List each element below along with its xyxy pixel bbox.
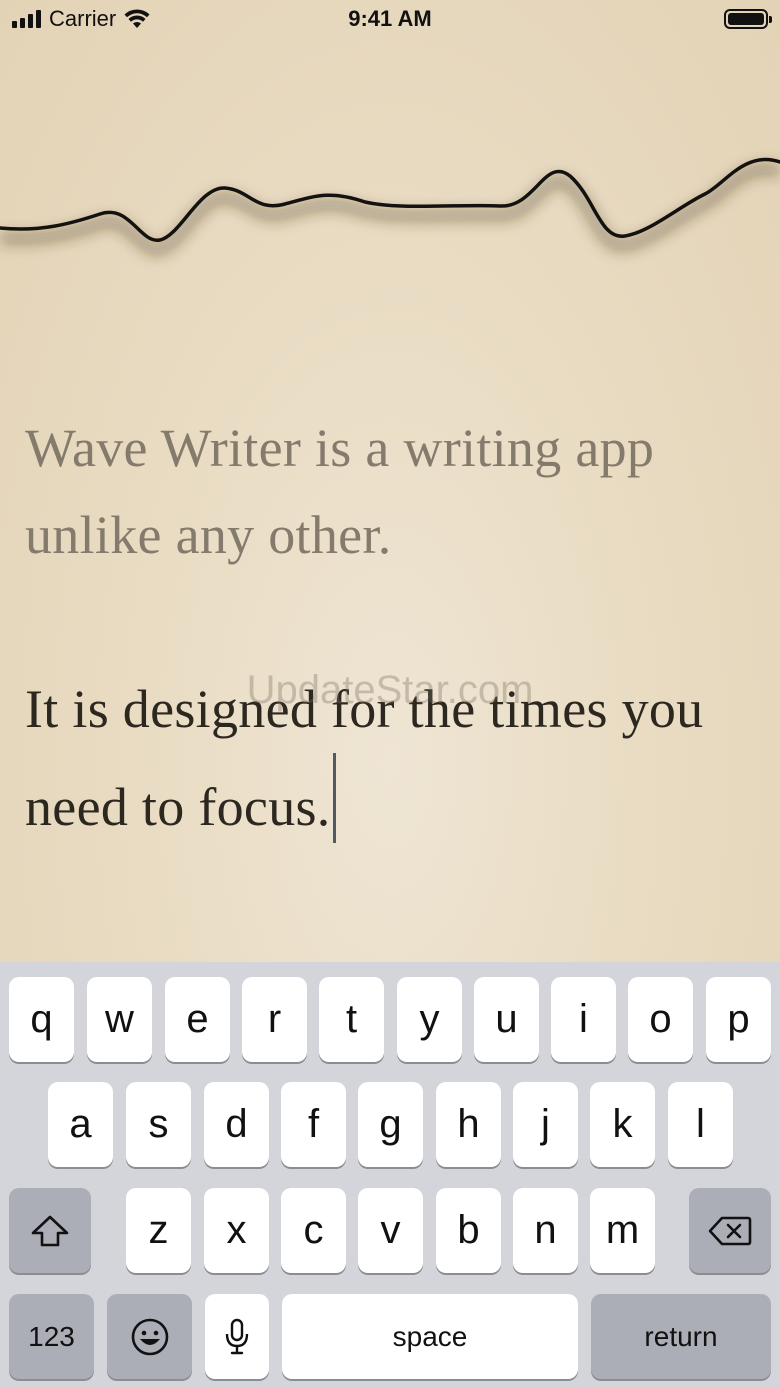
emoji-icon — [131, 1318, 168, 1355]
key-w[interactable]: w — [87, 977, 152, 1062]
numbers-key[interactable]: 123 — [9, 1294, 94, 1379]
key-i[interactable]: i — [551, 977, 616, 1062]
key-o[interactable]: o — [628, 977, 693, 1062]
key-x[interactable]: x — [204, 1188, 269, 1273]
key-g[interactable]: g — [358, 1082, 423, 1167]
key-a[interactable]: a — [48, 1082, 113, 1167]
dictation-key[interactable] — [205, 1294, 269, 1379]
space-key[interactable]: space — [282, 1294, 578, 1379]
key-u[interactable]: u — [474, 977, 539, 1062]
status-bar: Carrier 9:41 AM — [0, 0, 780, 40]
key-b[interactable]: b — [436, 1188, 501, 1273]
delete-key[interactable] — [689, 1188, 771, 1273]
key-h[interactable]: h — [436, 1082, 501, 1167]
text-caret — [332, 753, 336, 843]
return-key[interactable]: return — [591, 1294, 771, 1379]
key-n[interactable]: n — [513, 1188, 578, 1273]
key-j[interactable]: j — [513, 1082, 578, 1167]
wave-graphic — [0, 157, 780, 256]
text-editor[interactable]: Wave Writer is a writing app unlike any … — [25, 405, 765, 851]
delete-icon — [708, 1216, 752, 1245]
key-r[interactable]: r — [242, 977, 307, 1062]
watermark: UpdateStar.com — [246, 668, 534, 712]
key-t[interactable]: t — [319, 977, 384, 1062]
status-time: 9:41 AM — [348, 6, 432, 31]
paragraph-dim: Wave Writer is a writing app unlike any … — [25, 418, 655, 565]
key-d[interactable]: d — [204, 1082, 269, 1167]
battery-icon — [724, 9, 772, 29]
key-e[interactable]: e — [165, 977, 230, 1062]
key-y[interactable]: y — [397, 977, 462, 1062]
shift-key[interactable] — [9, 1188, 91, 1273]
key-q[interactable]: q — [9, 977, 74, 1062]
key-p[interactable]: p — [706, 977, 771, 1062]
key-v[interactable]: v — [358, 1188, 423, 1273]
key-f[interactable]: f — [281, 1082, 346, 1167]
emoji-key[interactable] — [107, 1294, 192, 1379]
shift-icon — [31, 1215, 69, 1246]
key-k[interactable]: k — [590, 1082, 655, 1167]
key-s[interactable]: s — [126, 1082, 191, 1167]
key-m[interactable]: m — [590, 1188, 655, 1273]
key-l[interactable]: l — [668, 1082, 733, 1167]
microphone-icon — [225, 1318, 249, 1354]
key-c[interactable]: c — [281, 1188, 346, 1273]
keyboard: q w e r t y u i o p a s d f g h j k l z … — [0, 962, 780, 1387]
key-z[interactable]: z — [126, 1188, 191, 1273]
